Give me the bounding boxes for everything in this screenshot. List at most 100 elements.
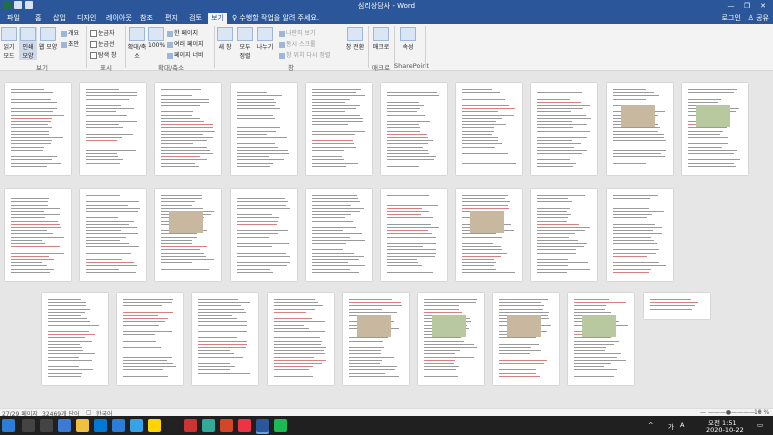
web-layout-button[interactable]: 웹 모양 — [38, 27, 58, 51]
app-icon-4[interactable] — [202, 419, 215, 432]
page-thumbnail[interactable] — [117, 293, 184, 385]
tray-arrow-icon[interactable]: ^ — [648, 421, 653, 429]
draft-button[interactable]: 초안 — [61, 39, 79, 48]
zoom-button[interactable]: 확대/축소 — [127, 27, 147, 60]
page-thumbnail[interactable] — [681, 83, 748, 175]
tab-file[interactable]: 파일 — [4, 13, 23, 24]
page-width-button[interactable]: 페이지 너비 — [167, 50, 204, 59]
text-line — [273, 359, 326, 361]
page-thumbnail[interactable] — [230, 189, 297, 281]
page-thumbnail[interactable] — [456, 189, 523, 281]
split-button[interactable]: 나누기 — [256, 27, 274, 51]
page-thumbnail[interactable] — [456, 83, 523, 175]
start-icon[interactable] — [2, 419, 15, 432]
ime-indicator[interactable]: 가 — [668, 421, 674, 431]
zoom-slider[interactable]: — ———●———— + — [700, 409, 762, 416]
page-thumbnail[interactable] — [342, 293, 409, 385]
edge-icon[interactable] — [58, 419, 71, 432]
reset-position-button[interactable]: 창 위치 다시 정렬 — [279, 50, 330, 59]
page-thumbnail[interactable] — [305, 189, 372, 281]
kakaotalk-icon[interactable] — [148, 419, 161, 432]
app-icon-2[interactable] — [166, 419, 179, 432]
page-thumbnail[interactable] — [267, 293, 334, 385]
arrange-all-button[interactable]: 모두 정렬 — [236, 27, 254, 60]
store-icon[interactable] — [94, 419, 107, 432]
powerpoint-icon[interactable] — [220, 419, 233, 432]
page-thumbnail[interactable] — [606, 189, 673, 281]
file-explorer-icon[interactable] — [76, 419, 89, 432]
outline-button[interactable]: 개요 — [61, 28, 79, 37]
print-layout-button[interactable]: 인쇄 모양 — [19, 27, 37, 60]
tab-insert[interactable]: 삽입 — [50, 13, 69, 24]
share-button[interactable]: ♙ 공유 — [748, 14, 769, 22]
text-line — [11, 108, 58, 110]
page-thumbnail[interactable] — [42, 293, 108, 385]
app-icon-3[interactable] — [184, 419, 197, 432]
macro-button[interactable]: 매크로 — [370, 27, 392, 51]
tell-me-search[interactable]: ♀ 수행할 작업을 알려 주세요. — [232, 13, 319, 23]
new-window-button[interactable]: 새 창 — [217, 27, 233, 51]
page-thumbnail[interactable] — [381, 83, 447, 175]
text-line — [348, 299, 392, 300]
zoom-level[interactable]: 18 % — [754, 409, 769, 416]
close-button[interactable]: ✕ — [755, 0, 771, 12]
tab-references[interactable]: 참조 — [137, 13, 156, 24]
tab-layout[interactable]: 레이아웃 — [103, 13, 135, 24]
login-link[interactable]: 로그인 — [722, 14, 741, 22]
page-thumbnail[interactable] — [5, 83, 71, 175]
page-thumbnail[interactable] — [155, 83, 222, 175]
notification-icon[interactable]: ▭ — [757, 421, 763, 429]
text-line — [161, 105, 201, 106]
page-thumbnail[interactable] — [5, 189, 71, 281]
switch-window-button[interactable]: 창 전환 — [344, 27, 366, 51]
one-page-button[interactable]: 한 페이지 — [167, 28, 198, 37]
page-thumbnail[interactable] — [80, 83, 147, 175]
multi-page-button[interactable]: 여러 페이지 — [167, 39, 204, 48]
page-thumbnail[interactable] — [230, 83, 297, 175]
text-line — [687, 127, 728, 129]
proofing-icon[interactable]: ▢ — [86, 409, 92, 416]
page-thumbnail[interactable] — [381, 189, 447, 281]
tab-home[interactable]: 홈 — [32, 13, 44, 24]
chrome-icon[interactable] — [238, 419, 251, 432]
document-canvas[interactable] — [0, 71, 773, 408]
side-by-side-button[interactable]: 나란히 보기 — [279, 28, 316, 37]
page-thumbnail[interactable] — [80, 189, 147, 281]
text-line — [537, 143, 581, 145]
minimize-button[interactable]: — — [723, 0, 739, 12]
text-line — [462, 130, 495, 132]
page-thumbnail[interactable] — [606, 83, 673, 175]
mail-icon[interactable] — [112, 419, 125, 432]
search-icon[interactable] — [22, 419, 35, 432]
text-line — [86, 127, 123, 129]
tab-mailings[interactable]: 편지 — [162, 13, 181, 24]
page-thumbnail[interactable] — [192, 293, 259, 385]
task-view-icon[interactable] — [40, 419, 53, 432]
text-line — [612, 262, 660, 264]
page-thumbnail[interactable] — [305, 83, 372, 175]
page-thumbnail[interactable] — [568, 293, 635, 385]
tab-design[interactable]: 디자인 — [74, 13, 99, 24]
properties-button[interactable]: 속성 — [398, 27, 418, 51]
page-thumbnail[interactable] — [418, 293, 484, 385]
app-icon-5[interactable] — [274, 419, 287, 432]
sync-scroll-button[interactable]: 동시 스크롤 — [279, 39, 316, 48]
tab-view[interactable]: 보기 — [208, 13, 227, 24]
page-thumbnail[interactable] — [493, 293, 560, 385]
text-line — [86, 211, 139, 212]
restore-button[interactable]: ❐ — [739, 0, 755, 12]
gridlines-checkbox[interactable]: 눈금선 — [90, 39, 115, 48]
zoom-100-button[interactable]: 100% — [148, 27, 165, 49]
app-icon-1[interactable] — [130, 419, 143, 432]
page-thumbnail[interactable] — [531, 189, 598, 281]
page-thumbnail[interactable] — [155, 189, 222, 281]
ruler-checkbox[interactable]: 눈금자 — [90, 28, 115, 37]
lang-indicator[interactable]: A — [680, 421, 684, 429]
read-mode-button[interactable]: 읽기 모드 — [1, 27, 17, 60]
tab-review[interactable]: 검토 — [186, 13, 205, 24]
word-taskbar-icon[interactable] — [256, 419, 269, 432]
page-thumbnail[interactable] — [531, 83, 598, 175]
nav-pane-checkbox[interactable]: 탐색 창 — [90, 50, 116, 59]
page-thumbnail[interactable] — [643, 293, 710, 319]
clock-date[interactable]: 2020-10-22 — [706, 426, 744, 434]
